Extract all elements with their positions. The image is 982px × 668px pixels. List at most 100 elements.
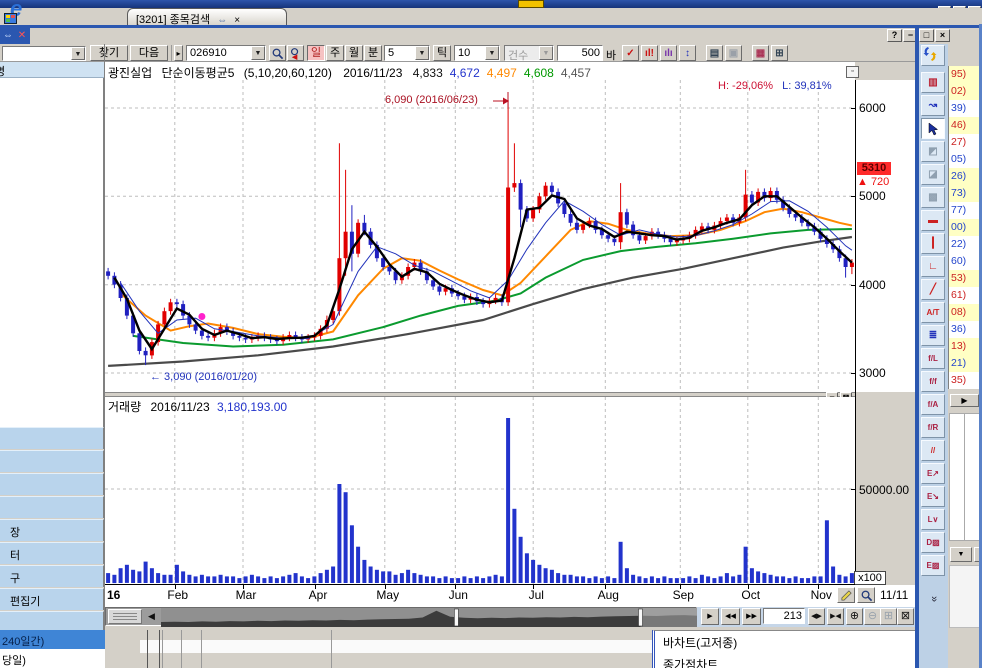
candle-pattern-icon[interactable]: ▥: [921, 72, 945, 93]
grid-icon[interactable]: ⊞: [771, 45, 788, 61]
zigzag-chart-icon[interactable]: ↝: [921, 95, 945, 116]
right-list-item[interactable]: 77): [949, 202, 982, 219]
right-list-item[interactable]: 08): [949, 304, 982, 321]
stock-code-combo[interactable]: 026910▼: [186, 45, 266, 61]
channel-tool-icon[interactable]: //: [921, 440, 945, 461]
child-maximize-button[interactable]: □: [919, 29, 934, 42]
right-list-item[interactable]: 61): [949, 287, 982, 304]
expand-bars-button[interactable]: ◀▶: [808, 608, 825, 625]
next-button[interactable]: 다음: [130, 45, 168, 61]
right-list-item[interactable]: 36): [949, 321, 982, 338]
left-menu-row-7[interactable]: 편집기: [0, 588, 104, 610]
right-list-item[interactable]: 60): [949, 253, 982, 270]
chart-type-menu-item-1[interactable]: 종가점차트: [663, 656, 718, 668]
low-high-tool-icon[interactable]: L∨: [921, 509, 945, 530]
fibo-retracement-tool-icon[interactable]: f/R: [921, 417, 945, 438]
right-list-item[interactable]: 21): [949, 355, 982, 372]
app-icon[interactable]: e: [4, 0, 36, 27]
left-menu-row-2[interactable]: [0, 473, 104, 495]
right-list-item[interactable]: 46): [949, 117, 982, 134]
right-toolbar-more-icon[interactable]: »: [928, 596, 940, 612]
fibo-fan-tool-icon[interactable]: f/f: [921, 371, 945, 392]
elliott-wave-up-icon[interactable]: E↗: [921, 463, 945, 484]
fibo-line-tool-icon[interactable]: f/L: [921, 348, 945, 369]
right-dropdown-button[interactable]: ▼: [950, 547, 972, 562]
shrink-bars-button[interactable]: ▶◀: [827, 608, 844, 625]
period-button-3[interactable]: 분: [364, 45, 382, 61]
tick-button[interactable]: 틱: [433, 45, 451, 61]
period-button-2[interactable]: 월: [345, 45, 363, 61]
search-prev-button[interactable]: [287, 45, 304, 61]
price-pane[interactable]: [105, 80, 855, 392]
chevron-down-icon[interactable]: ▼: [71, 47, 85, 60]
right-list-item[interactable]: 00): [949, 219, 982, 236]
draw-button[interactable]: [837, 587, 855, 603]
sort-updown-icon[interactable]: ↕: [679, 45, 696, 61]
pattern-d-tool-icon[interactable]: D▨: [921, 532, 945, 553]
fibo-arc-tool-icon[interactable]: f/A: [921, 394, 945, 415]
find-combo[interactable]: ▼: [2, 46, 86, 61]
zoom-button[interactable]: [857, 587, 875, 603]
trendline-tool-icon[interactable]: ╱: [921, 279, 945, 300]
period-button-0[interactable]: 일: [307, 45, 325, 61]
zoom-in-button[interactable]: ⊕: [846, 608, 863, 625]
right-list-scroll-button[interactable]: ▶: [950, 394, 979, 407]
child-help-button[interactable]: ?: [887, 29, 902, 42]
angle-line-tool-icon[interactable]: ∟: [921, 256, 945, 277]
minute-combo[interactable]: 5▼: [384, 45, 430, 61]
left-menu-row-3[interactable]: [0, 496, 104, 518]
prev-pane-button[interactable]: ▸: [174, 45, 183, 61]
pane-restore-button[interactable]: ▫: [846, 66, 859, 78]
chevron-down-icon[interactable]: ▼: [485, 46, 499, 60]
cursor-arrow-icon[interactable]: [921, 118, 945, 139]
chevron-down-icon[interactable]: ▼: [415, 46, 429, 60]
text-tool-icon[interactable]: A/T: [921, 302, 945, 323]
chevron-down-icon[interactable]: ▼: [251, 46, 265, 60]
right-list-item[interactable]: 73): [949, 185, 982, 202]
period-button-1[interactable]: 주: [326, 45, 344, 61]
chart-type-menu-item-0[interactable]: 바차트(고저종): [663, 634, 737, 651]
pattern-e-tool-icon[interactable]: E▨: [921, 555, 945, 576]
child-close-button[interactable]: ×: [935, 29, 950, 42]
tick-combo[interactable]: 10▼: [454, 45, 500, 61]
nav-play-button[interactable]: ▶: [701, 608, 719, 625]
right-list-item[interactable]: 39): [949, 100, 982, 117]
indicator-check-icon[interactable]: ✓: [622, 45, 639, 61]
navigator-track[interactable]: ◀: [105, 607, 697, 626]
search-button[interactable]: [269, 45, 286, 61]
parallel-lines-tool-icon[interactable]: ≣: [921, 325, 945, 346]
right-list-item[interactable]: 35): [949, 372, 982, 389]
elliott-wave-down-icon[interactable]: E↘: [921, 486, 945, 507]
volume-pane[interactable]: [105, 397, 855, 584]
left-menu-row-4[interactable]: 장: [0, 519, 104, 541]
right-list-item[interactable]: 05): [949, 151, 982, 168]
find-button[interactable]: 찾기: [90, 45, 128, 61]
close-zoom-button[interactable]: ⊠: [897, 608, 914, 625]
refresh-button[interactable]: [921, 45, 945, 66]
tab-stock-search[interactable]: [3201] 종목검색 ⇔ ×: [127, 8, 287, 25]
left-results-list[interactable]: [0, 78, 104, 427]
right-list-item[interactable]: 26): [949, 168, 982, 185]
bars-input[interactable]: [557, 45, 603, 61]
new-page-icon[interactable]: ▤: [706, 45, 723, 61]
nav-rewind-button[interactable]: ◀◀: [721, 608, 740, 625]
navigator-arrow-icon[interactable]: ◀: [148, 611, 155, 622]
position-input[interactable]: [763, 608, 805, 624]
vertical-line-tool-icon[interactable]: ┃: [921, 233, 945, 254]
volume-bars-icon[interactable]: ılı: [660, 45, 677, 61]
left-menu-row-1[interactable]: [0, 450, 104, 472]
right-list-item[interactable]: 27): [949, 134, 982, 151]
right-list[interactable]: 95)02)39)46)27)05)26)73)77)00)22)60)53)6…: [948, 66, 982, 389]
mini-tab-close-icon[interactable]: ✕: [18, 30, 26, 41]
signal-bars-icon[interactable]: ıl!: [641, 45, 658, 61]
left-menu-row-5[interactable]: 터: [0, 542, 104, 564]
right-list-item[interactable]: 95): [949, 66, 982, 83]
left-menu-row-0[interactable]: [0, 427, 104, 449]
left-menu-row-6[interactable]: 구: [0, 565, 104, 587]
nav-forward-button[interactable]: ▶▶: [742, 608, 761, 625]
navigator-handle[interactable]: [108, 609, 142, 624]
mini-tab[interactable]: ⇔ ✕: [0, 28, 30, 44]
right-list-item[interactable]: 02): [949, 83, 982, 100]
right-list-item[interactable]: 13): [949, 338, 982, 355]
right-list-item[interactable]: 22): [949, 236, 982, 253]
